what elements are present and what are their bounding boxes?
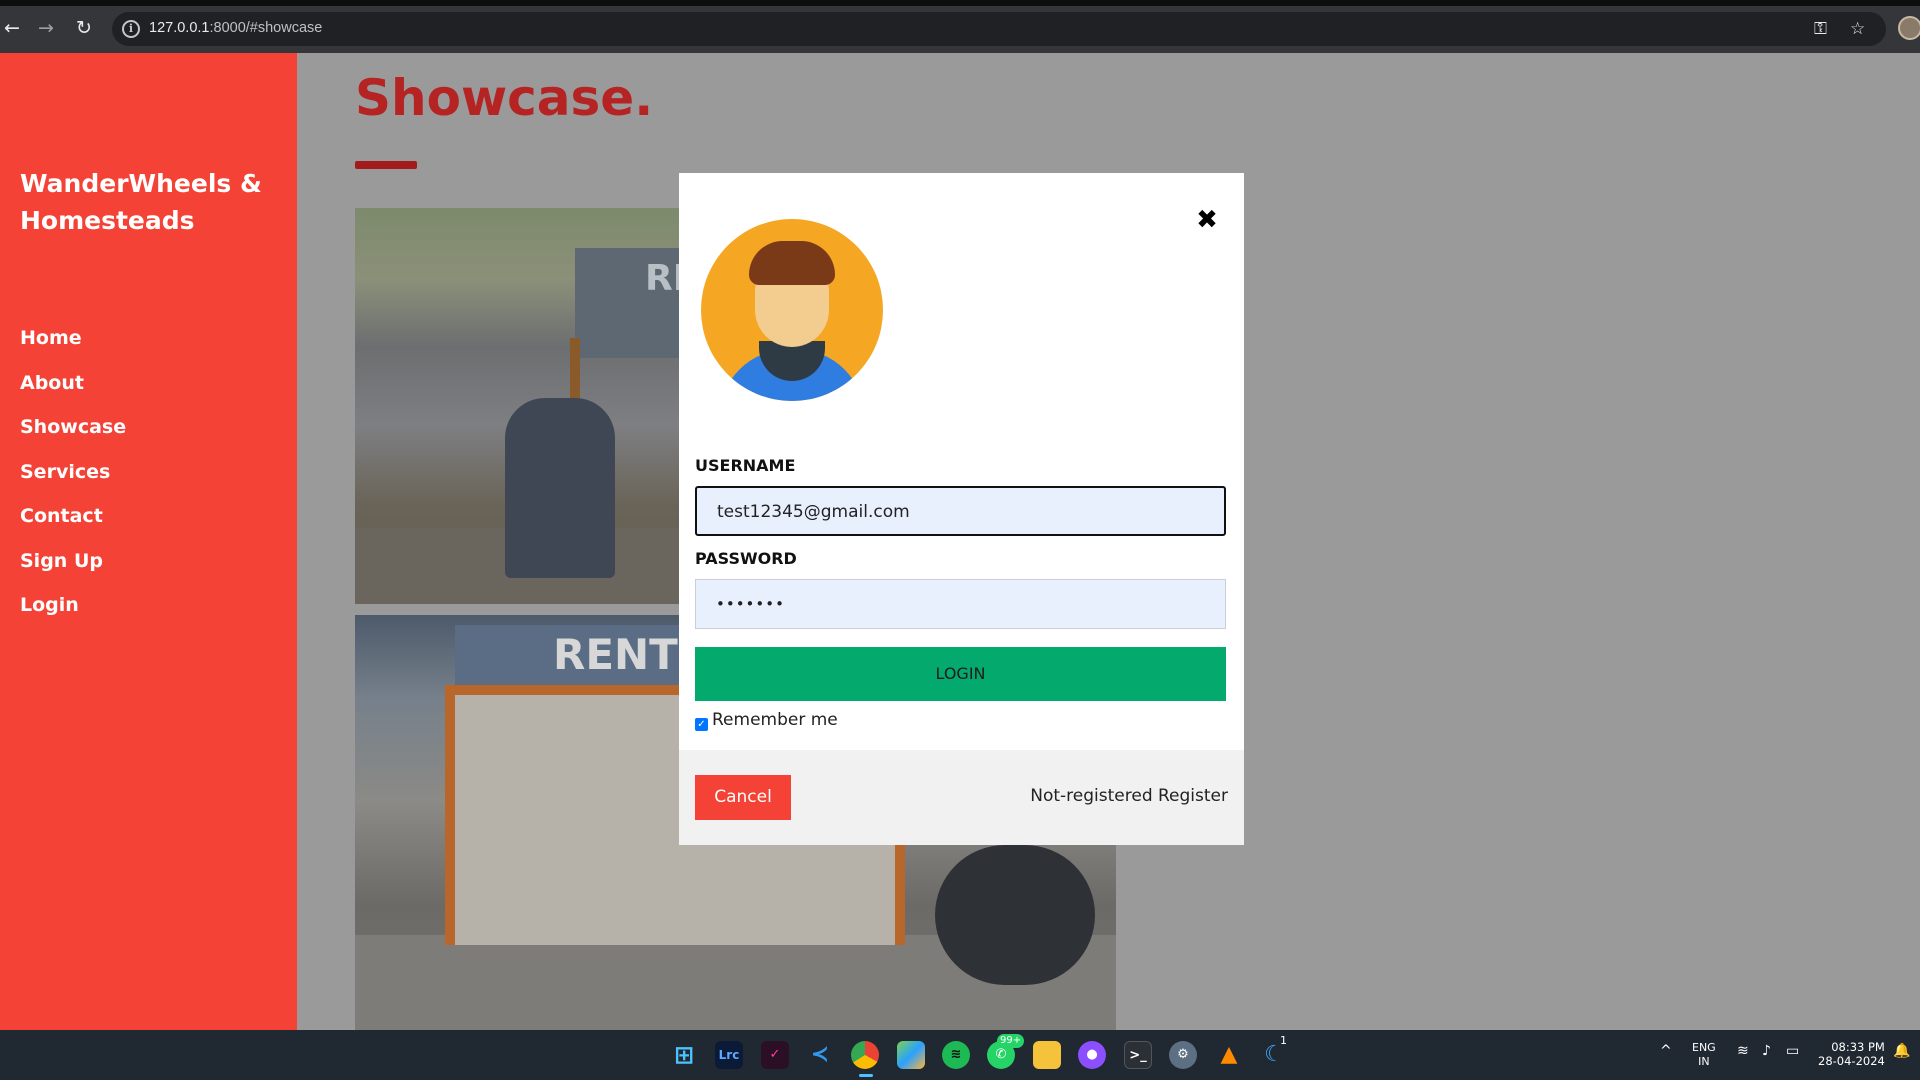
settings-icon[interactable]: ⚙ <box>1169 1041 1197 1069</box>
bookmark-star-icon[interactable]: ☆ <box>1850 19 1865 39</box>
photo-sign-text: RI <box>645 258 680 299</box>
password-input[interactable]: ••••••• <box>695 579 1226 629</box>
chrome-active-indicator <box>859 1074 873 1077</box>
chrome-icon[interactable] <box>851 1041 879 1069</box>
notification-count-badge: 1 <box>1280 1034 1287 1047</box>
chevron-up-icon[interactable]: ^ <box>1660 1044 1672 1058</box>
modal-footer: Cancel Not-registered Register <box>679 750 1244 845</box>
brand-title: WanderWheels & Homesteads <box>20 169 262 235</box>
language-code: ENG <box>1692 1041 1716 1054</box>
clock-time: 08:33 PM <box>1831 1040 1885 1054</box>
clock-date: 28-04-2024 <box>1818 1054 1885 1068</box>
sidebar-item-contact[interactable]: Contact <box>20 501 126 546</box>
showcase-photo-1: RI <box>355 208 680 604</box>
lightroom-icon[interactable]: Lrc <box>715 1041 743 1069</box>
region-code: IN <box>1698 1055 1710 1068</box>
sidebar-item-showcase[interactable]: Showcase <box>20 412 126 457</box>
language-indicator[interactable]: ENG IN <box>1692 1041 1716 1069</box>
terminal-icon[interactable]: >_ <box>1124 1041 1152 1069</box>
browser-tab-strip <box>0 0 1920 6</box>
vlc-icon[interactable]: ▲ <box>1215 1041 1243 1069</box>
avatar-hair <box>749 241 835 285</box>
username-label: USERNAME <box>695 456 796 475</box>
app-icon[interactable]: ✓ <box>761 1041 789 1069</box>
whatsapp-badge: 99+ <box>997 1034 1025 1048</box>
notification-bell-icon[interactable]: 🔔 <box>1893 1044 1910 1058</box>
page-title: Showcase. <box>355 69 654 127</box>
clock[interactable]: 08:33 PM 28-04-2024 <box>1818 1040 1885 1068</box>
photos-icon[interactable] <box>897 1041 925 1069</box>
password-key-icon[interactable]: ⚿ <box>1814 19 1827 39</box>
remember-label[interactable]: Remember me <box>712 710 838 730</box>
windows-start-icon[interactable]: ⊞ <box>670 1041 698 1069</box>
photo-sign-text: RENT <box>455 625 695 685</box>
title-underline <box>355 161 417 169</box>
battery-icon[interactable]: ▭ <box>1786 1044 1799 1058</box>
sidebar-item-about[interactable]: About <box>20 368 126 413</box>
login-button[interactable]: LOGIN <box>695 647 1226 701</box>
browser-toolbar: ← → ↻ i 127.0.0.1:8000/#showcase ⚿ ☆ <box>0 0 1920 53</box>
url-path: :8000/#showcase <box>209 20 323 36</box>
sidebar: WanderWheels & Homesteads Home About Sho… <box>0 53 297 1030</box>
sidebar-item-home[interactable]: Home <box>20 323 126 368</box>
sidebar-menu: Home About Showcase Services Contact Sig… <box>20 323 126 635</box>
site-info-icon[interactable]: i <box>122 20 140 38</box>
reload-icon[interactable]: ↻ <box>72 16 96 40</box>
sidebar-item-signup[interactable]: Sign Up <box>20 546 126 591</box>
profile-avatar[interactable] <box>1898 16 1920 40</box>
url-text[interactable]: 127.0.0.1:8000/#showcase <box>149 20 322 36</box>
github-icon[interactable]: ● <box>1078 1041 1106 1069</box>
taskbar: ⊞ Lrc ✓ ≺ ≋ ✆ 99+ ● >_ ⚙ ▲ ☾ 1 ^ ENG IN … <box>0 1030 1920 1080</box>
forward-icon[interactable]: → <box>34 16 58 40</box>
file-explorer-icon[interactable] <box>1033 1041 1061 1069</box>
remember-me: ✓ Remember me <box>695 709 838 731</box>
photo-bikes <box>935 845 1095 985</box>
sidebar-item-services[interactable]: Services <box>20 457 126 502</box>
login-modal: ✖ USERNAME test12345@gmail.com PASSWORD … <box>679 173 1244 845</box>
password-label: PASSWORD <box>695 549 797 568</box>
url-host: 127.0.0.1 <box>149 20 210 36</box>
cancel-button[interactable]: Cancel <box>695 775 791 820</box>
address-bar[interactable]: i 127.0.0.1:8000/#showcase ⚿ ☆ <box>112 12 1886 46</box>
username-input[interactable]: test12345@gmail.com <box>695 486 1226 536</box>
close-icon[interactable]: ✖ <box>1195 207 1219 233</box>
vscode-icon[interactable]: ≺ <box>806 1041 834 1069</box>
user-avatar-icon <box>701 219 883 401</box>
remember-checkbox[interactable]: ✓ <box>695 718 708 731</box>
spotify-icon[interactable]: ≋ <box>942 1041 970 1069</box>
register-link[interactable]: Not-registered Register <box>1030 786 1228 806</box>
sidebar-item-login[interactable]: Login <box>20 590 126 635</box>
back-icon[interactable]: ← <box>0 16 24 40</box>
wifi-icon[interactable]: ≋ <box>1737 1044 1749 1058</box>
volume-icon[interactable]: ♪ <box>1762 1044 1771 1058</box>
photo-people <box>505 398 615 578</box>
